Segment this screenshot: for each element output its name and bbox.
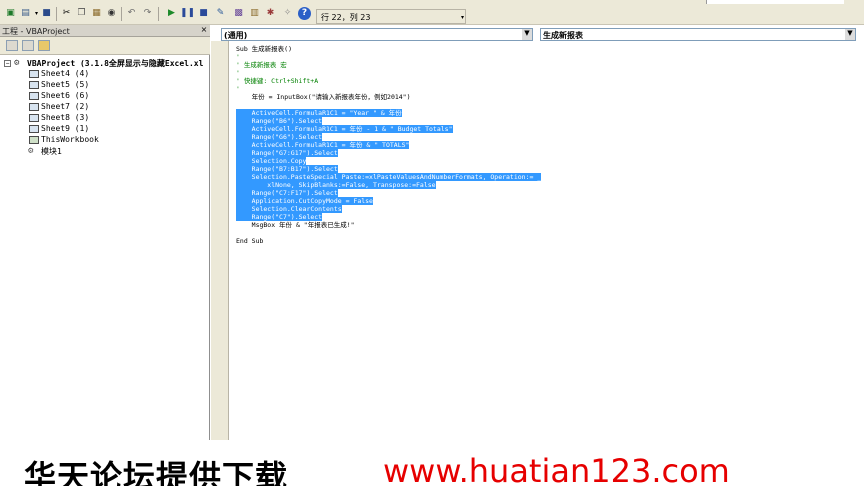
code-line[interactable]: ' 快捷键: Ctrl+Shift+A (236, 77, 318, 85)
toolbar-separator (158, 7, 159, 21)
worksheet-icon (29, 125, 39, 133)
code-line[interactable]: 年份 = InputBox("请输入新报表年份，例如2014") (236, 93, 411, 101)
toggle-folders-icon[interactable] (38, 40, 50, 51)
save-icon[interactable]: ■ (40, 7, 53, 20)
code-line[interactable]: Range("C7").Select (236, 213, 323, 221)
watermark-url: www.huatian123.com (383, 452, 730, 486)
tree-root[interactable]: − ⚙ VBAProject (3.1.8全屏显示与隐藏Excel.xl (0, 58, 210, 69)
cursor-position-text: 行 22，列 23 (321, 13, 371, 22)
procedure-dropdown[interactable]: 生成新报表 ▼ (540, 28, 856, 41)
code-window: (通用) ▼ 生成新报表 ▼ Sub 生成新报表() ' ' 生成新报表 宏 ' ' 快… (211, 25, 864, 440)
tree-item[interactable]: Sheet8 (3) (0, 113, 180, 124)
close-icon[interactable]: × (199, 25, 209, 36)
excel-icon[interactable]: ▣ (4, 7, 17, 20)
tree-item[interactable]: Sheet7 (2) (0, 102, 180, 113)
undo-icon[interactable]: ↶ (125, 7, 138, 20)
code-line[interactable]: ' (236, 69, 240, 77)
code-margin[interactable] (211, 41, 229, 440)
code-line[interactable]: ActiveCell.FormulaR1C1 = 年份 - 1 & " Budg… (236, 125, 453, 133)
reset-icon[interactable]: ■ (197, 7, 210, 20)
code-line[interactable]: Range("B6").Select (236, 117, 323, 125)
chevron-down-icon[interactable]: ▼ (522, 29, 532, 40)
code-line[interactable]: MsgBox 年份 & "年报表已生成!" (236, 221, 355, 229)
break-icon[interactable]: ❚❚ (180, 7, 195, 20)
project-icon: ⚙ (14, 58, 20, 68)
code-line[interactable]: Range("C7:F17").Select (236, 189, 338, 197)
code-line[interactable]: ' (236, 53, 240, 61)
object-dropdown-value: (通用) (224, 31, 248, 40)
object-browser-icon[interactable]: ✱ (264, 7, 277, 20)
procedure-dropdown-value: 生成新报表 (543, 31, 583, 40)
workbook-icon (29, 136, 39, 144)
tree-item-label: Sheet9 (1) (41, 124, 90, 133)
tree-item[interactable]: Sheet9 (1) (0, 124, 180, 135)
project-explorer-toolbar (0, 37, 210, 55)
tree-item-label: Sheet8 (3) (41, 113, 90, 122)
tree-item[interactable]: ⚙ 模块1 (0, 146, 180, 157)
view-object-icon[interactable] (22, 40, 34, 51)
project-explorer-title: 工程 - VBAProject (2, 27, 70, 36)
code-line[interactable]: Selection.PasteSpecial Paste:=xlPasteVal… (236, 173, 542, 181)
tree-item[interactable]: Sheet4 (4) (0, 69, 180, 80)
code-editor[interactable]: Sub 生成新报表() ' ' 生成新报表 宏 ' ' 快捷键: Ctrl+Shift+… (230, 42, 864, 440)
toolbox-icon[interactable]: ✧ (281, 7, 294, 20)
view-code-icon[interactable] (6, 40, 18, 51)
find-icon[interactable]: ◉ (105, 7, 118, 20)
code-line[interactable]: Application.CutCopyMode = False (236, 197, 373, 205)
code-line[interactable]: ActiveCell.FormulaR1C1 = "Year " & 年份 (236, 109, 402, 117)
code-line[interactable]: ' (236, 85, 240, 93)
module-icon: ⚙ (28, 146, 34, 156)
tree-item-label: Sheet4 (4) (41, 69, 90, 78)
tree-root-label: VBAProject (3.1.8全屏显示与隐藏Excel.xl (27, 59, 204, 68)
run-icon[interactable]: ▶ (165, 7, 178, 20)
object-dropdown[interactable]: (通用) ▼ (221, 28, 533, 41)
standard-toolbar: ▣ ▤ ▾ ■ ✂ ❐ ▦ ◉ ↶ ↷ ▶ ❚❚ ■ ✎ ▩ ▥ ✱ ✧ ? 行… (0, 4, 864, 25)
watermark-banner: 华天论坛提供下载 www.huatian123.com (0, 440, 864, 486)
project-explorer: 工程 - VBAProject × − ⚙ VBAProject (3.1.8全… (0, 25, 210, 440)
tree-item-label: Sheet7 (2) (41, 102, 90, 111)
tree-item-label: Sheet5 (5) (41, 80, 90, 89)
project-explorer-icon[interactable]: ▩ (232, 7, 245, 20)
cursor-position: 行 22，列 23 (316, 9, 466, 24)
collapse-icon[interactable]: − (4, 60, 11, 67)
redo-icon[interactable]: ↷ (141, 7, 154, 20)
worksheet-icon (29, 81, 39, 89)
paste-icon[interactable]: ▦ (90, 7, 103, 20)
worksheet-icon (29, 92, 39, 100)
cut-icon[interactable]: ✂ (60, 7, 73, 20)
project-explorer-title-bar: 工程 - VBAProject × (0, 25, 210, 37)
tree-item-label: Sheet6 (6) (41, 91, 90, 100)
code-line[interactable]: Selection.ClearContents (236, 205, 342, 213)
code-line[interactable]: Range("G7:G17").Select (236, 149, 338, 157)
tree-item[interactable]: ThisWorkbook (0, 135, 180, 146)
code-line[interactable]: Range("G6").Select (236, 133, 323, 141)
worksheet-icon (29, 70, 39, 78)
properties-icon[interactable]: ▥ (248, 7, 261, 20)
code-line[interactable]: Selection.Copy (236, 157, 307, 165)
toolbar-options-icon[interactable]: ▾ (461, 14, 469, 24)
worksheet-icon (29, 114, 39, 122)
copy-icon[interactable]: ❐ (75, 7, 88, 20)
code-line[interactable]: xlNone, SkipBlanks:=False, Transpose:=Fa… (236, 181, 436, 189)
worksheet-icon (29, 103, 39, 111)
code-line[interactable]: Range("B7:B17").Select (236, 165, 338, 173)
tree-item-label: ThisWorkbook (41, 135, 99, 144)
design-icon[interactable]: ✎ (214, 7, 227, 20)
chevron-down-icon[interactable]: ▼ (845, 29, 855, 40)
toolbar-separator (121, 7, 122, 21)
code-line[interactable]: ActiveCell.FormulaR1C1 = 年份 & " TOTALS" (236, 141, 410, 149)
tree-item[interactable]: Sheet6 (6) (0, 91, 180, 102)
watermark-text: 华天论坛提供下载 (24, 458, 289, 486)
toolbar-separator (56, 7, 57, 21)
code-line[interactable]: End Sub (236, 237, 263, 245)
help-icon[interactable]: ? (298, 7, 311, 20)
tree-item-label: 模块1 (41, 147, 62, 156)
code-line[interactable]: Sub 生成新报表() (236, 45, 292, 53)
code-line[interactable]: ' 生成新报表 宏 (236, 61, 287, 69)
tree-item[interactable]: Sheet5 (5) (0, 80, 180, 91)
